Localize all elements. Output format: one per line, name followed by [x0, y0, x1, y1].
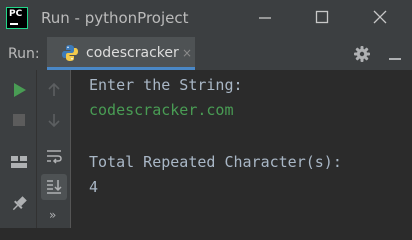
- soft-wrap-icon[interactable]: [44, 146, 64, 166]
- layout-icon[interactable]: [9, 152, 29, 172]
- app-logo-text: PC: [9, 9, 23, 19]
- close-icon[interactable]: [368, 7, 392, 29]
- console-line-prompt: Enter the String:: [89, 76, 243, 94]
- hide-panel-icon[interactable]: [387, 46, 403, 62]
- tab-codescracker[interactable]: codescracker ×: [47, 37, 195, 70]
- rerun-icon[interactable]: [9, 80, 29, 100]
- python-icon: [62, 45, 78, 61]
- maximize-icon[interactable]: [310, 7, 334, 29]
- run-label: Run:: [8, 46, 40, 62]
- console-line-user-input: codescracker.com: [89, 101, 234, 119]
- pin-icon[interactable]: [9, 194, 29, 214]
- run-tab-bar: Run: codescracker ×: [0, 37, 412, 70]
- minimize-icon[interactable]: [253, 7, 277, 29]
- window-title: Run - pythonProject: [41, 9, 189, 27]
- console-output[interactable]: Enter the String: codescracker.com Total…: [71, 70, 412, 228]
- scroll-to-end-icon[interactable]: [44, 177, 64, 197]
- down-arrow-icon[interactable]: [44, 110, 64, 130]
- run-toolbar: [0, 70, 37, 228]
- console-line-result-value: 4: [89, 178, 99, 196]
- tab-close-icon[interactable]: ×: [182, 46, 192, 60]
- title-bar: PC Run - pythonProject: [0, 0, 412, 37]
- more-tools-button[interactable]: »: [49, 208, 56, 222]
- stop-icon[interactable]: [9, 110, 29, 130]
- pycharm-logo-icon: PC: [6, 7, 28, 29]
- gear-icon[interactable]: [353, 45, 371, 63]
- up-arrow-icon[interactable]: [44, 80, 64, 100]
- tab-label: codescracker: [86, 45, 179, 61]
- console-toolbar: »: [37, 70, 71, 228]
- console-line-result-label: Total Repeated Character(s):: [89, 153, 342, 171]
